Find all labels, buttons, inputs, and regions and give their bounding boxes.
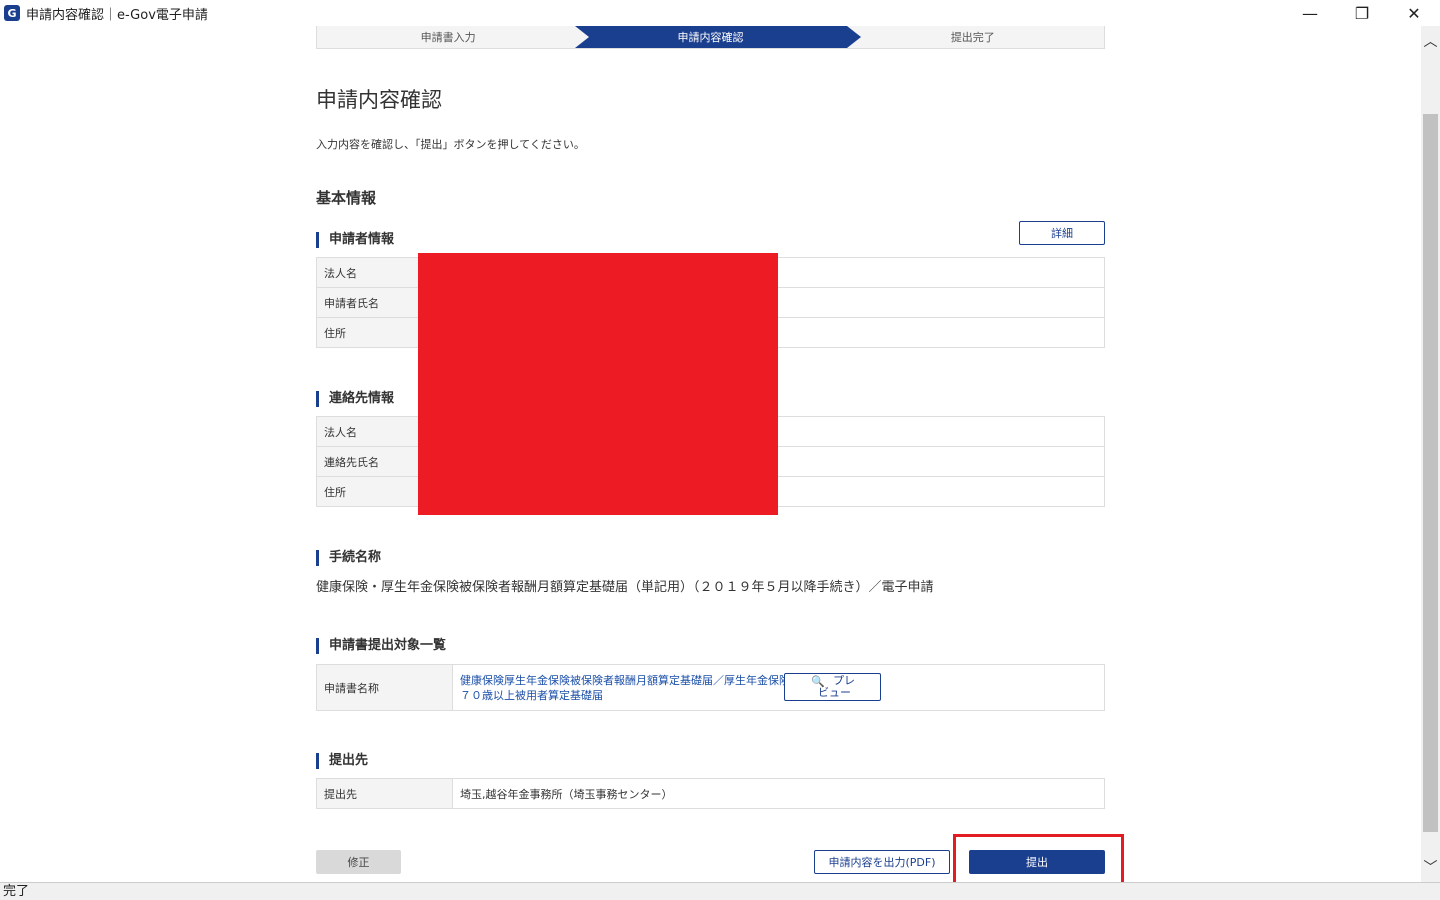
step-confirm: 申請内容確認	[677, 31, 744, 44]
fix-button[interactable]: 修正	[316, 850, 401, 874]
document-link[interactable]: 健康保険厚生年金保険被保険者報酬月額算定基礎届／厚生年金保険 ７０歳以上被用者算…	[460, 673, 1097, 703]
documents-heading: 申請書提出対象一覧	[316, 638, 446, 654]
page-content: 申請書入力 申請内容確認 提出完了 申請内容確認 入力内容を確認し、「提出」ボタ…	[0, 26, 1421, 882]
table-row: 提出先 埼玉,越谷年金事務所（埼玉事務センター）	[316, 778, 1105, 809]
documents-table: 申請書名称 健康保険厚生年金保険被保険者報酬月額算定基礎届／厚生年金保険 ７０歳…	[316, 664, 1105, 711]
table-row: 申請書名称 健康保険厚生年金保険被保険者報酬月額算定基礎届／厚生年金保険 ７０歳…	[316, 664, 1105, 711]
destination-table: 提出先 埼玉,越谷年金事務所（埼玉事務センター）	[316, 778, 1105, 809]
preview-button[interactable]: 🔍 プレ ビュー	[784, 673, 881, 701]
row-label: 提出先	[316, 778, 453, 809]
scrollbar-thumb[interactable]	[1423, 114, 1438, 832]
page-instructions: 入力内容を確認し、「提出」ボタンを押してください。	[316, 138, 585, 151]
document-link-line2[interactable]: ７０歳以上被用者算定基礎届	[460, 688, 1097, 703]
scroll-down-icon[interactable]: ﹀	[1421, 856, 1440, 878]
vertical-scrollbar[interactable]: ︿ ﹀	[1421, 26, 1440, 882]
row-value: 埼玉,越谷年金事務所（埼玉事務センター）	[452, 778, 1105, 809]
page-title: 申請内容確認	[316, 88, 442, 112]
basic-info-heading: 基本情報	[316, 189, 377, 207]
restore-icon[interactable]: ❐	[1336, 0, 1388, 26]
progress-stepper: 申請書入力 申請内容確認 提出完了	[316, 26, 1105, 49]
destination-heading: 提出先	[316, 753, 368, 769]
applicant-heading: 申請者情報	[316, 232, 394, 248]
procedure-heading: 手続名称	[316, 550, 381, 566]
close-icon[interactable]: ✕	[1388, 0, 1440, 26]
window-title: 申請内容確認｜e-Gov電子申請	[26, 7, 208, 23]
window-controls: — ❐ ✕	[1284, 0, 1440, 26]
procedure-name: 健康保険・厚生年金保険被保険者報酬月額算定基礎届（単記用）（２０１９年５月以降手…	[316, 580, 934, 595]
minimize-icon[interactable]: —	[1284, 0, 1336, 26]
contact-heading: 連絡先情報	[316, 391, 394, 407]
detail-button[interactable]: 詳細	[1019, 221, 1105, 245]
redaction-block	[418, 253, 778, 515]
preview-label-line2: ビュー	[818, 686, 851, 699]
document-link-line1[interactable]: 健康保険厚生年金保険被保険者報酬月額算定基礎届／厚生年金保険	[460, 673, 1097, 688]
step-input: 申請書入力	[420, 31, 476, 44]
document-cell: 健康保険厚生年金保険被保険者報酬月額算定基礎届／厚生年金保険 ７０歳以上被用者算…	[452, 664, 1105, 711]
scroll-up-icon[interactable]: ︿	[1421, 30, 1440, 52]
window-titlebar: G 申請内容確認｜e-Gov電子申請 — ❐ ✕	[0, 0, 1440, 26]
row-label: 申請書名称	[316, 664, 453, 711]
step-complete: 提出完了	[950, 31, 995, 44]
app-logo-icon: G	[4, 5, 20, 21]
status-bar: 完了	[0, 882, 1440, 900]
export-pdf-button[interactable]: 申請内容を出力(PDF)	[814, 850, 950, 874]
submit-highlight-box	[953, 834, 1124, 882]
